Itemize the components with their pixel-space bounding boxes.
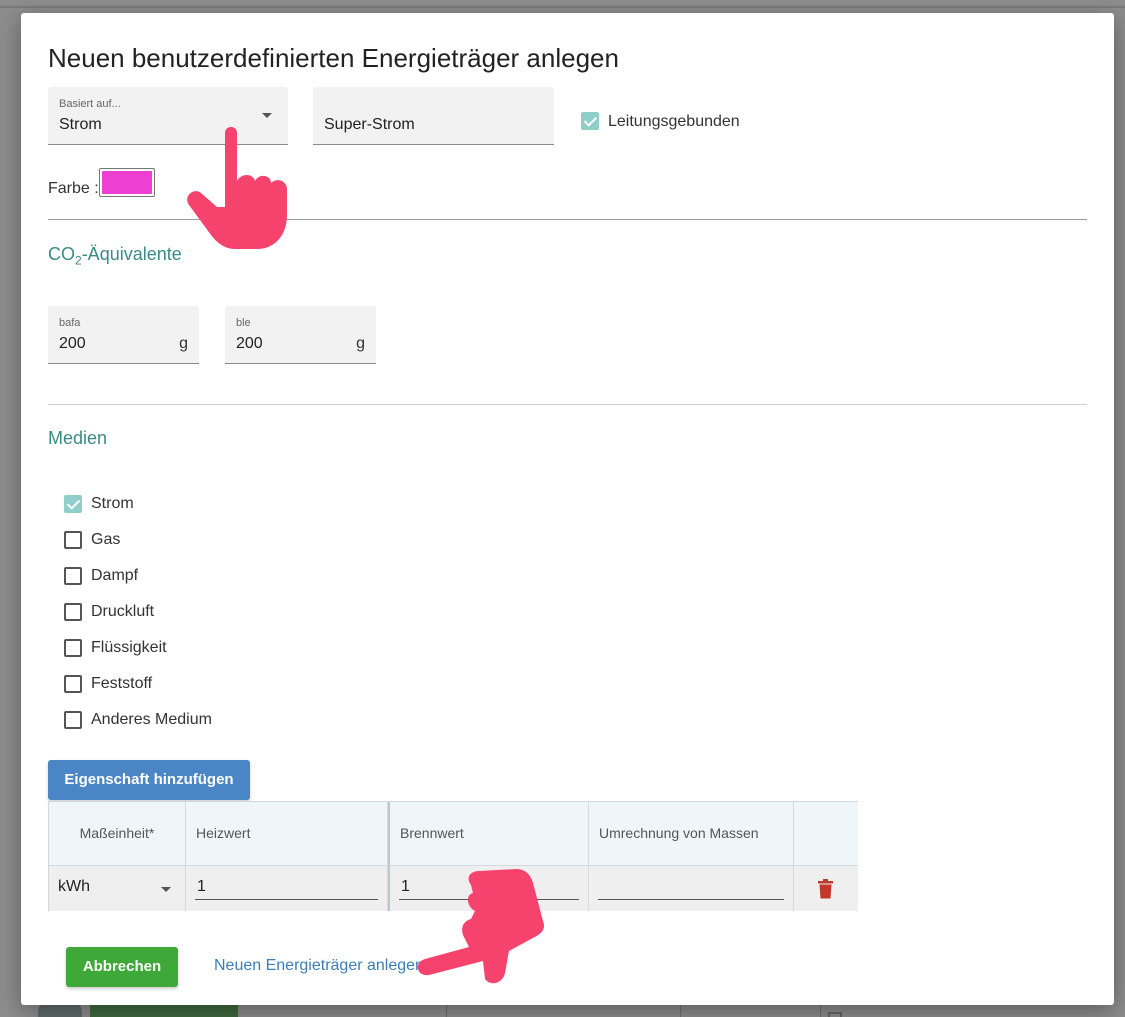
co2-bafa-label: bafa xyxy=(59,317,81,329)
co2-ble-label: ble xyxy=(236,317,251,329)
media-checkbox-feststoff[interactable] xyxy=(64,675,82,693)
co2-ble-value: 200 xyxy=(236,335,263,352)
media-label-dampf: Dampf xyxy=(91,567,139,584)
based-on-label: Basiert auf... xyxy=(59,98,121,110)
table-row: kWh xyxy=(49,865,186,911)
dialog-title: Neuen benutzerdefinierten Energieträger … xyxy=(48,43,619,73)
unit-select-value[interactable]: kWh xyxy=(58,878,90,896)
co2-title-sub: 2 xyxy=(75,253,82,268)
media-section-title: Medien xyxy=(48,428,108,448)
table-cell-heizwert: 1 xyxy=(186,865,388,911)
co2-bafa-input[interactable]: bafa 200 g xyxy=(48,306,199,364)
column-header-brennwert: Brennwert xyxy=(388,802,589,865)
based-on-value: Strom xyxy=(59,116,102,133)
chevron-down-icon[interactable] xyxy=(161,887,171,892)
media-checkbox-dampf[interactable] xyxy=(64,567,82,585)
media-checkbox-druckluft[interactable] xyxy=(64,603,82,621)
media-checkbox-fluessigkeit[interactable] xyxy=(64,639,82,657)
co2-bafa-unit: g xyxy=(179,335,188,352)
co2-title-suffix: -Äquivalente xyxy=(81,244,182,264)
wired-checkbox-label: Leitungsgebunden xyxy=(608,113,740,130)
name-input[interactable]: Super-Strom xyxy=(313,87,554,145)
umrechnung-input[interactable] xyxy=(598,876,784,900)
background-column-line xyxy=(446,1004,447,1017)
media-label-feststoff: Feststoff xyxy=(91,675,153,692)
table-cell-umrechnung xyxy=(589,865,794,911)
co2-title-prefix: CO xyxy=(48,244,75,264)
table-cell-actions xyxy=(794,865,858,911)
media-checkbox-gas[interactable] xyxy=(64,531,82,549)
add-property-button[interactable]: Eigenschaft hinzufügen xyxy=(48,760,250,800)
chevron-down-icon xyxy=(262,113,272,118)
background-divider xyxy=(0,6,1125,8)
heizwert-input[interactable]: 1 xyxy=(195,876,378,900)
media-checkbox-anderes-medium[interactable] xyxy=(64,711,82,729)
media-checkbox-strom[interactable] xyxy=(64,495,82,513)
color-swatch xyxy=(102,171,152,194)
background-checkbox xyxy=(828,1012,842,1017)
column-header-unit: Maßeinheit* xyxy=(49,802,186,865)
name-input-value: Super-Strom xyxy=(324,116,415,133)
color-picker[interactable] xyxy=(99,168,155,197)
color-label: Farbe : xyxy=(48,180,99,197)
cancel-button[interactable]: Abbrechen xyxy=(66,947,178,987)
co2-section-title: CO2-Äquivalente xyxy=(48,244,182,268)
divider xyxy=(48,404,1087,405)
media-label-strom: Strom xyxy=(91,495,134,512)
background-column-line xyxy=(820,1004,821,1017)
media-label-gas: Gas xyxy=(91,531,121,548)
column-header-umrechnung: Umrechnung von Massen xyxy=(589,802,794,865)
background-column-line xyxy=(680,1004,681,1017)
media-label-fluessigkeit: Flüssigkeit xyxy=(91,639,167,656)
trash-icon[interactable] xyxy=(818,879,833,899)
co2-ble-unit: g xyxy=(356,335,365,352)
co2-bafa-value: 200 xyxy=(59,335,86,352)
pointing-hand-icon xyxy=(417,869,545,984)
pointing-hand-icon xyxy=(187,127,287,249)
column-header-heizwert: Heizwert xyxy=(186,802,388,865)
wired-checkbox[interactable] xyxy=(581,112,599,130)
co2-ble-input[interactable]: ble 200 g xyxy=(225,306,376,364)
column-header-actions xyxy=(794,802,858,865)
media-label-anderes-medium: Anderes Medium xyxy=(91,711,212,728)
create-energy-carrier-dialog: Neuen benutzerdefinierten Energieträger … xyxy=(21,13,1114,1005)
create-energy-carrier-link[interactable]: Neuen Energieträger anlegen xyxy=(214,957,424,975)
media-label-druckluft: Druckluft xyxy=(91,603,155,620)
